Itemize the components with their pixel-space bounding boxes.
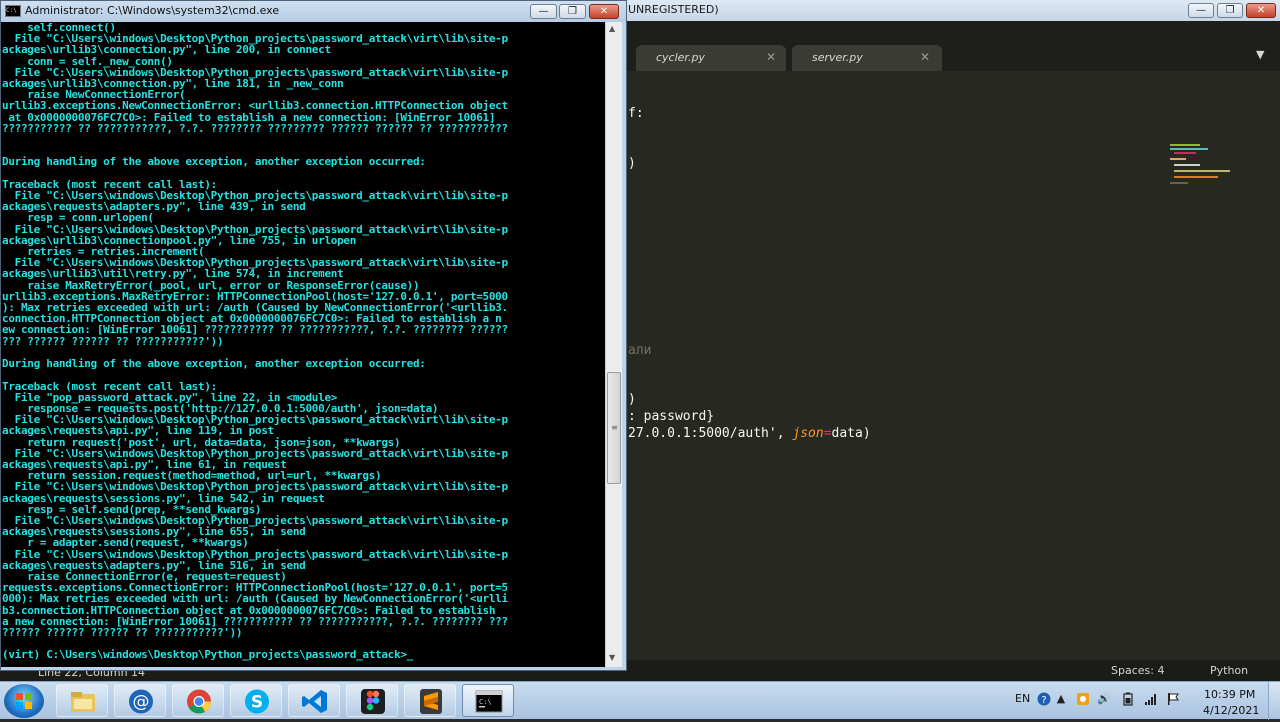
start-button[interactable] — [4, 684, 44, 718]
tab-label: server.py — [812, 51, 863, 64]
svg-text:S: S — [251, 693, 263, 713]
minimap[interactable] — [1166, 144, 1246, 194]
sublime-minimize-button[interactable]: — — [1188, 3, 1214, 18]
app-tray-icon[interactable] — [1076, 692, 1090, 706]
skype-icon: S — [245, 689, 269, 714]
show-hidden-icons-icon[interactable]: ▲ — [1054, 692, 1068, 706]
console-scrollbar[interactable]: ▲ ≡ ▼ — [605, 22, 622, 667]
code-line: 27.0.0.1:5000/auth', json=data) — [628, 426, 871, 441]
cmd-titlebar[interactable]: C:\ Administrator: C:\Windows\system32\c… — [1, 1, 626, 22]
sublime-close-button[interactable]: ✕ — [1246, 3, 1276, 18]
tab-cycler[interactable]: cycler.py ✕ — [636, 45, 786, 71]
sublime-text-icon — [420, 689, 442, 714]
sublime-maximize-button[interactable]: ❐ — [1217, 3, 1243, 18]
clock-time[interactable]: 10:39 PM — [1204, 688, 1255, 701]
code-line: ) — [628, 392, 636, 407]
taskbar-skype[interactable]: S — [230, 684, 282, 717]
language-indicator[interactable]: EN — [1015, 692, 1030, 705]
taskbar: @ S C:\ EN ? ▲ 🔊 10:39 PM 4/12/2021 — [0, 681, 1280, 720]
cmd-close-button[interactable]: ✕ — [589, 4, 619, 19]
cmd-maximize-button[interactable]: ❐ — [559, 4, 586, 19]
network-signal-icon[interactable] — [1144, 692, 1158, 706]
status-syntax[interactable]: Python — [1210, 664, 1248, 677]
svg-text:?: ? — [1041, 695, 1046, 706]
scrollbar-thumb[interactable]: ≡ — [607, 372, 621, 484]
taskbar-chrome[interactable] — [172, 684, 224, 717]
speaker-icon[interactable]: 🔊 — [1097, 692, 1111, 706]
taskbar-cmd[interactable]: C:\ — [462, 684, 514, 717]
cmd-window-title: Administrator: C:\Windows\system32\cmd.e… — [25, 4, 280, 17]
clock-date[interactable]: 4/12/2021 — [1203, 704, 1259, 717]
chrome-icon — [187, 689, 211, 714]
console-output-area[interactable]: self.connect() File "C:\Users\windows\De… — [1, 22, 605, 667]
windows-logo-icon — [16, 693, 32, 709]
code-keyword-arg: json — [792, 426, 824, 441]
cmd-window-icon[interactable]: C:\ — [5, 5, 21, 17]
figma-icon — [361, 689, 385, 714]
tab-close-icon[interactable]: ✕ — [766, 50, 776, 64]
cmd-icon: C:\ — [475, 690, 503, 713]
svg-text:@: @ — [133, 692, 150, 712]
code-line: : password} — [628, 409, 715, 424]
taskbar-sublime[interactable] — [404, 684, 456, 717]
taskbar-vscode[interactable] — [288, 684, 340, 717]
svg-text:C:\: C:\ — [479, 698, 492, 706]
cmd-window: C:\ Administrator: C:\Windows\system32\c… — [0, 0, 627, 671]
battery-icon[interactable] — [1121, 692, 1135, 706]
code-line: ) — [628, 156, 636, 171]
show-desktop-button[interactable] — [1268, 682, 1280, 720]
sublime-window-title: UNREGISTERED) — [628, 3, 719, 16]
tab-server[interactable]: server.py ✕ — [792, 45, 942, 71]
code-line: f: — [628, 106, 644, 121]
code-operator: = — [823, 426, 832, 441]
taskbar-mail[interactable]: @ — [114, 684, 166, 717]
scroll-up-arrow-icon[interactable]: ▲ — [609, 24, 615, 33]
code-string: 27.0.0.1:5000/auth', — [628, 426, 793, 441]
scrollbar-grip-icon: ≡ — [611, 423, 618, 432]
windows-explorer-icon — [71, 692, 95, 712]
vscode-icon — [302, 690, 327, 713]
help-icon[interactable]: ? — [1037, 692, 1051, 706]
email-at-icon: @ — [129, 689, 153, 714]
tab-label: cycler.py — [656, 51, 705, 64]
taskbar-figma[interactable] — [346, 684, 398, 717]
scroll-down-arrow-icon[interactable]: ▼ — [609, 653, 615, 662]
action-center-flag-icon[interactable] — [1166, 692, 1180, 706]
tab-close-icon[interactable]: ✕ — [920, 50, 930, 64]
tab-dropdown-icon[interactable]: ▼ — [1256, 48, 1264, 61]
cmd-minimize-button[interactable]: — — [530, 4, 557, 19]
code-text: data) — [831, 426, 871, 441]
taskbar-explorer[interactable] — [56, 684, 108, 717]
console-text: self.connect() File "C:\Users\windows\De… — [2, 22, 508, 662]
status-spaces[interactable]: Spaces: 4 — [1111, 664, 1164, 677]
code-comment: али — [628, 343, 652, 358]
